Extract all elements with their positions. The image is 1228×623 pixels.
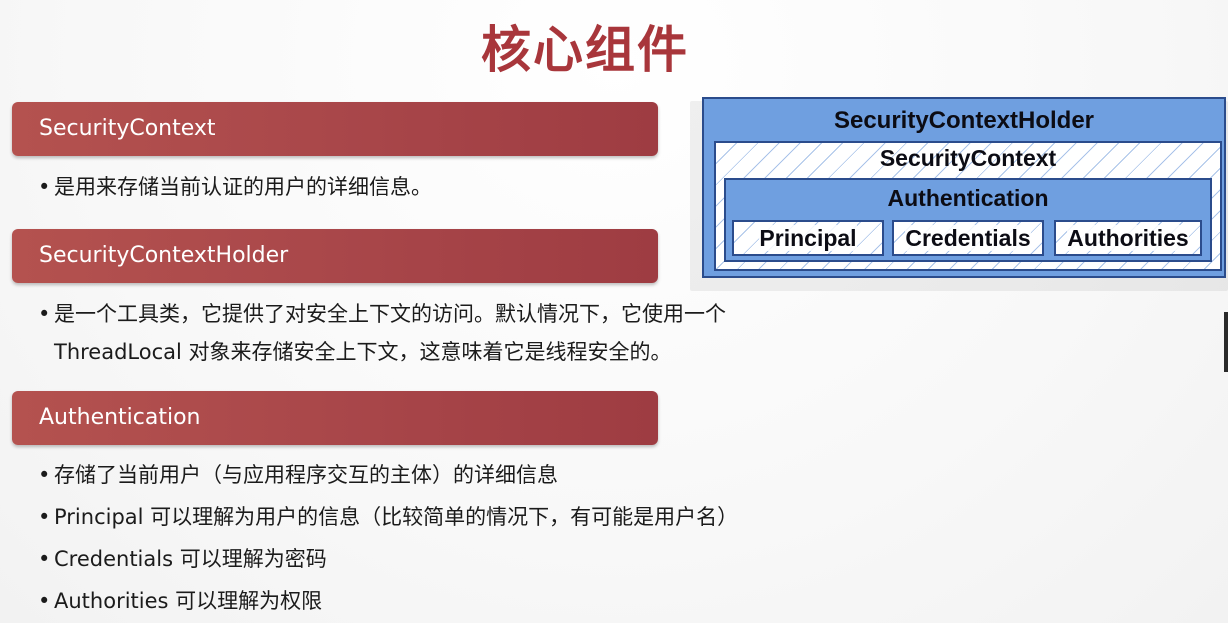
bullet-item: • 存储了当前用户（与应用程序交互的主体）的详细信息	[38, 456, 558, 494]
bullet-text-continuation: ThreadLocal 对象来存储安全上下文，这意味着它是线程安全的。	[54, 340, 672, 364]
bullet-text: Authorities 可以理解为权限	[54, 589, 323, 613]
section-heading-securitycontextholder: SecurityContextHolder	[12, 229, 658, 283]
bullet-dot: •	[38, 175, 51, 199]
bullet-text: 存储了当前用户（与应用程序交互的主体）的详细信息	[54, 463, 558, 487]
bullet-dot: •	[38, 547, 51, 571]
bullet-dot: •	[38, 589, 51, 613]
diagram-context-label: SecurityContext	[879, 145, 1057, 171]
bullet-text: Credentials 可以理解为密码	[54, 547, 327, 571]
diagram-holder-label: SecurityContextHolder	[833, 107, 1095, 134]
bullet-item: • Authorities 可以理解为权限	[38, 582, 322, 620]
scrollbar-thumb[interactable]	[1224, 312, 1228, 372]
page-title: 核心组件	[481, 21, 689, 79]
diagram-cell-credentials-label: Credentials	[905, 225, 1031, 251]
bullet-text: 是一个工具类，它提供了对安全上下文的访问。默认情况下，它使用一个	[54, 302, 726, 326]
bullet-dot: •	[38, 302, 51, 326]
diagram-cell-authorities: Authorities	[1054, 220, 1202, 256]
section-heading-securitycontext: SecurityContext	[12, 102, 658, 156]
diagram-cell-principal-label: Principal	[759, 225, 857, 251]
section-heading-authentication: Authentication	[12, 391, 658, 445]
diagram-securitycontext: SecurityContext Authentication Principal…	[714, 141, 1222, 271]
bullet-item: • 是用来存储当前认证的用户的详细信息。	[38, 168, 432, 206]
diagram-securitycontextholder: SecurityContextHolder SecurityContext Au…	[702, 97, 1226, 278]
diagram-cell-principal: Principal	[732, 220, 884, 256]
bullet-item: • Credentials 可以理解为密码	[38, 540, 327, 578]
diagram-cell-authorities-label: Authorities	[1067, 225, 1189, 251]
bullet-dot: •	[38, 505, 51, 529]
bullet-text: Principal 可以理解为用户的信息（比较简单的情况下，有可能是用户名）	[54, 505, 739, 529]
bullet-dot: •	[38, 463, 51, 487]
diagram-authentication-label: Authentication	[887, 185, 1049, 211]
bullet-text: 是用来存储当前认证的用户的详细信息。	[54, 175, 432, 199]
diagram-authentication: Authentication Principal Credentials Aut…	[724, 178, 1212, 262]
bullet-item: • 是一个工具类，它提供了对安全上下文的访问。默认情况下，它使用一个 Thread…	[38, 295, 726, 371]
diagram-cell-credentials: Credentials	[892, 220, 1044, 256]
bullet-item: • Principal 可以理解为用户的信息（比较简单的情况下，有可能是用户名）	[38, 498, 738, 536]
